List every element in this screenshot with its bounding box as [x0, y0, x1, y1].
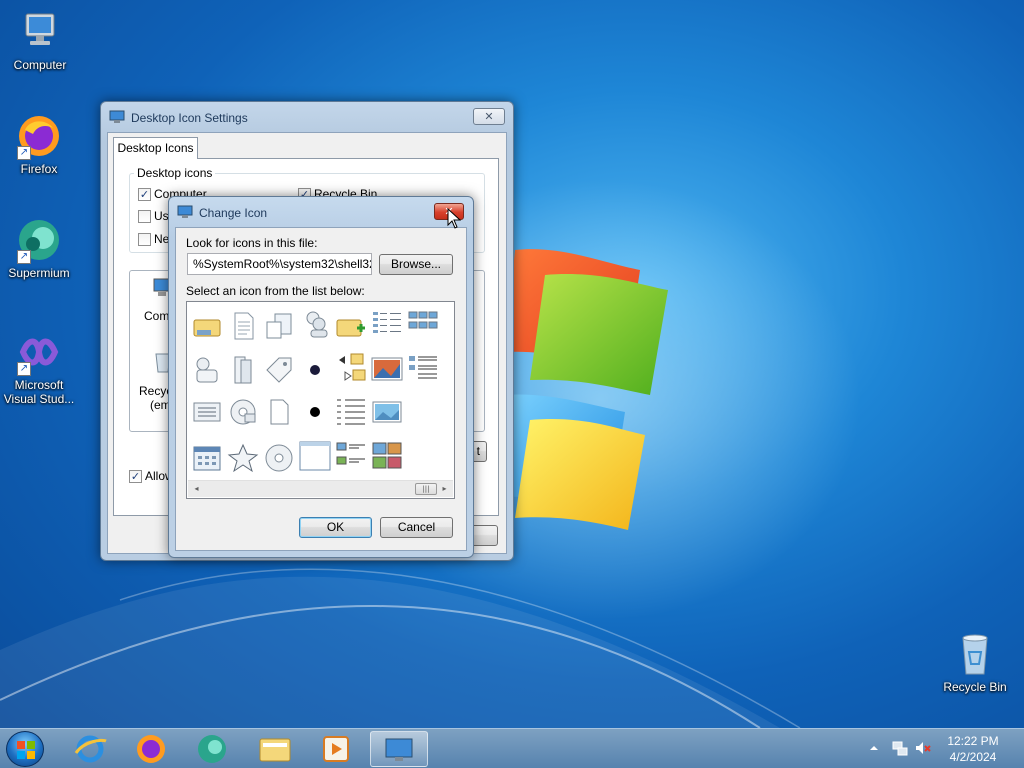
taskbar-file-explorer[interactable] [247, 731, 303, 767]
look-for-label: Look for icons in this file: [186, 236, 318, 250]
landscape-icon[interactable] [371, 396, 403, 428]
folder-drive-icon[interactable] [191, 310, 223, 342]
select-icon-label: Select an icon from the list below: [186, 284, 365, 298]
network-icon[interactable] [891, 739, 909, 757]
window-title: Desktop Icon Settings [131, 111, 248, 125]
details-view-icon[interactable] [371, 308, 403, 340]
scroll-thumb[interactable]: ||| [415, 483, 437, 495]
monitor-icon [385, 738, 413, 761]
close-button[interactable]: ✕ [473, 108, 505, 125]
horizontal-scrollbar[interactable]: ◂ ||| ▸ [188, 480, 453, 497]
desktop-icon-firefox[interactable]: ↗ Firefox [0, 112, 79, 176]
recycle-bin-icon [951, 630, 999, 678]
folder-icon [259, 738, 291, 762]
computer-checkbox[interactable]: ✓ [138, 188, 151, 201]
start-button[interactable] [6, 731, 44, 767]
volume-muted-icon[interactable] [914, 739, 932, 757]
desktop-icon-visual-studio[interactable]: ↗ Microsoft Visual Stud... [0, 328, 79, 406]
mouse-cursor-icon [447, 208, 461, 229]
firefox-icon: ↗ [15, 112, 63, 160]
shortcut-arrow-icon: ↗ [17, 362, 31, 376]
star-icon[interactable] [227, 442, 259, 474]
monitor-icon [177, 205, 193, 218]
window-title: Change Icon [199, 206, 268, 220]
shortcut-arrow-icon: ↗ [17, 146, 31, 160]
file-path-input[interactable]: %SystemRoot%\system32\shell32.dll [187, 253, 372, 275]
user-account-icon[interactable] [191, 354, 223, 386]
apply-button[interactable] [470, 525, 498, 546]
taskbar [0, 728, 1024, 768]
computer-icon [16, 8, 64, 56]
document-icon[interactable] [227, 310, 259, 342]
clock[interactable]: 12:22 PM 4/2/2024 [940, 733, 1006, 765]
cancel-button[interactable]: Cancel [380, 517, 453, 538]
visual-studio-icon: ↗ [15, 328, 63, 376]
picture-icon[interactable] [371, 354, 403, 386]
shortcut-arrow-icon: ↗ [17, 250, 31, 264]
folder-tree-icon[interactable] [335, 352, 367, 384]
desktop-icon-supermium[interactable]: ↗ Supermium [0, 216, 79, 280]
taskbar-firefox[interactable] [123, 731, 179, 767]
network-checkbox[interactable] [138, 233, 151, 246]
black-dot-icon[interactable] [299, 396, 331, 428]
taskbar-supermium[interactable] [184, 731, 240, 767]
clock-date: 4/2/2024 [949, 750, 997, 764]
scroll-left-icon[interactable]: ◂ [188, 481, 205, 497]
change-icon-titlebar[interactable]: Change Icon ✕ [169, 197, 473, 227]
supermium-icon: ↗ [15, 216, 63, 264]
tab-desktop-icons[interactable]: Desktop Icons [113, 137, 198, 159]
text-box-icon[interactable] [191, 396, 223, 428]
detail-list-icon[interactable] [335, 396, 367, 428]
firefox-icon [137, 735, 165, 763]
thumbnails-icon[interactable] [407, 308, 439, 340]
content-view-icon[interactable] [335, 440, 367, 472]
desktop-icon-recycle-bin[interactable]: Recycle Bin [935, 630, 1015, 694]
panels-icon[interactable] [227, 354, 259, 386]
monitor-icon [109, 110, 125, 123]
desktop-icon-computer[interactable]: Computer [0, 8, 80, 72]
desktop-icon-settings-titlebar[interactable]: Desktop Icon Settings ✕ [101, 102, 513, 132]
ok-button[interactable]: OK [299, 517, 372, 538]
calendar-icon[interactable] [191, 442, 223, 474]
tag-icon[interactable] [263, 354, 295, 386]
media-player-icon [323, 736, 349, 762]
scroll-right-icon[interactable]: ▸ [436, 481, 453, 497]
disc-drive-icon[interactable] [227, 396, 259, 428]
window-frame-icon[interactable] [299, 440, 331, 472]
browse-button[interactable]: Browse... [379, 254, 453, 275]
internet-explorer-icon [74, 735, 107, 763]
users-files-checkbox[interactable] [138, 210, 151, 223]
icon-list[interactable]: ◂ ||| ▸ [186, 301, 455, 499]
windows-icon[interactable] [263, 310, 295, 342]
windows-logo-icon [17, 741, 35, 759]
clock-time: 12:22 PM [947, 734, 999, 748]
supermium-icon [198, 735, 226, 763]
allow-themes-checkbox[interactable]: ✓ [129, 470, 142, 483]
blank-page-icon[interactable] [263, 396, 295, 428]
taskbar-media-player[interactable] [308, 731, 364, 767]
list-view-icon[interactable] [407, 352, 439, 384]
users-icon[interactable] [299, 308, 331, 340]
group-label: Desktop icons [134, 166, 216, 180]
cd-icon[interactable] [263, 442, 295, 474]
dot-icon[interactable] [299, 354, 331, 386]
show-hidden-icons-icon[interactable] [868, 741, 880, 755]
taskbar-internet-explorer[interactable] [62, 731, 118, 767]
taskbar-desktop-icon-settings[interactable] [370, 731, 428, 767]
new-folder-icon[interactable] [335, 310, 367, 342]
large-thumbnails-icon[interactable] [371, 440, 403, 472]
